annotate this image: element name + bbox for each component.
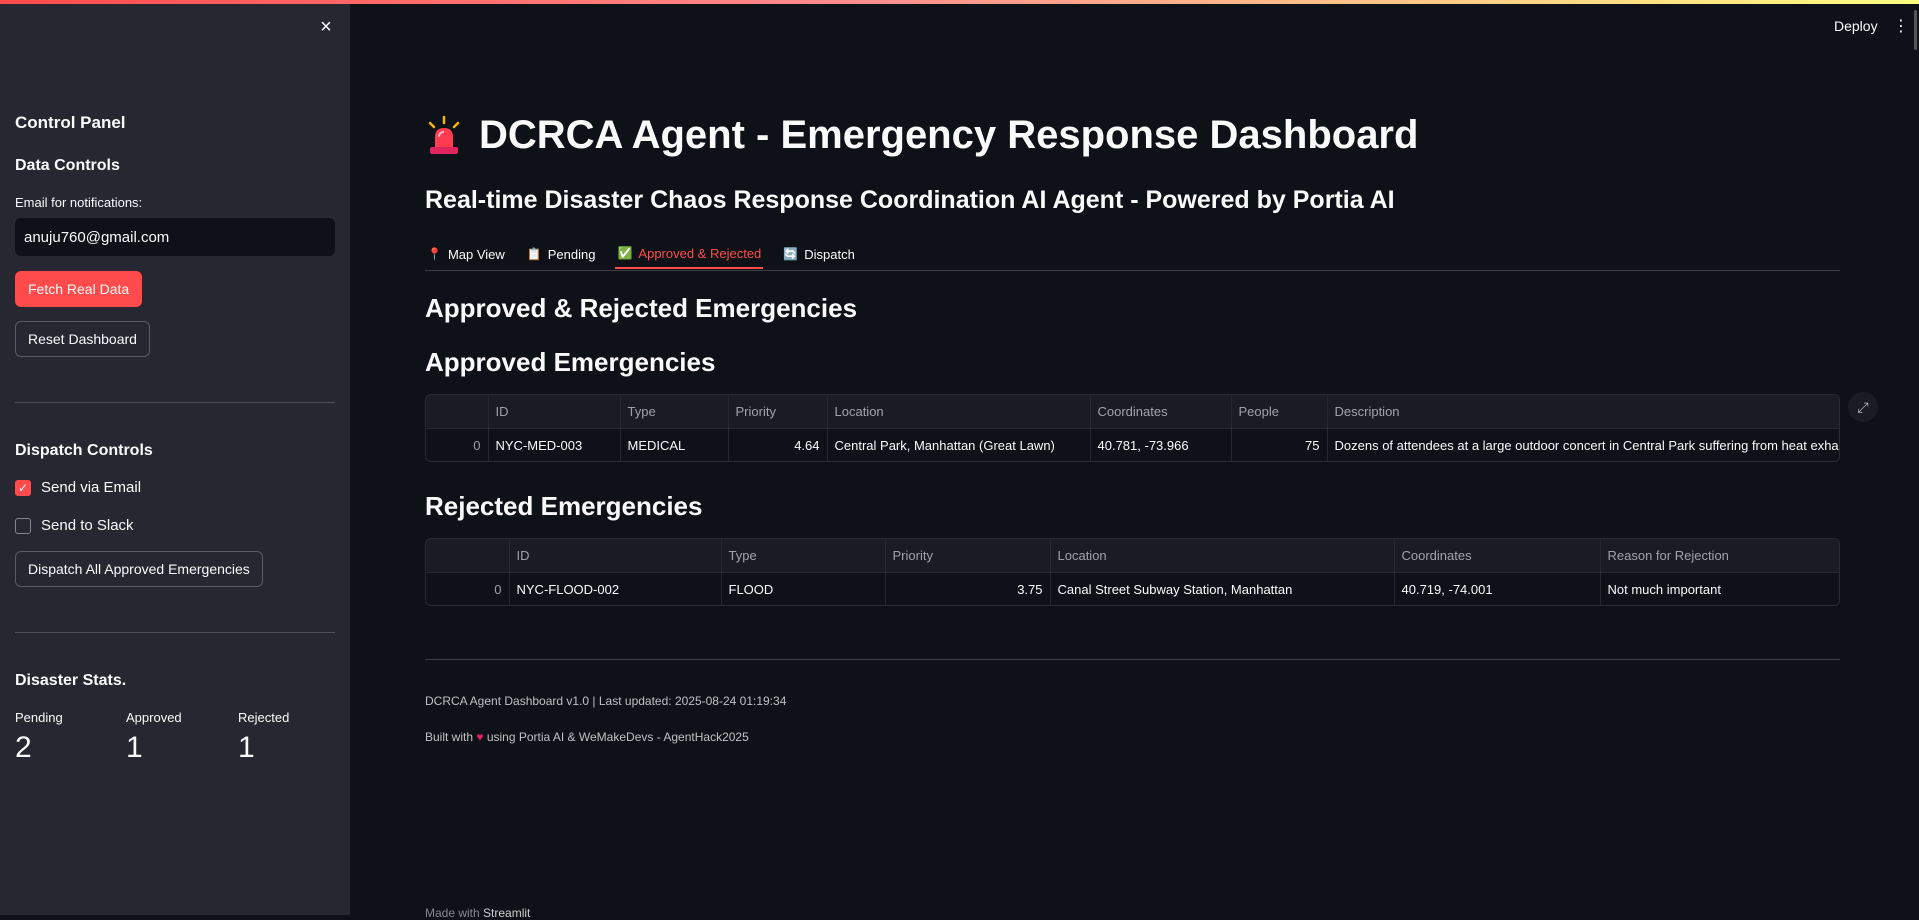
table-cell[interactable]: Dozens of attendees at a large outdoor c… [1327, 428, 1839, 461]
send-email-checkbox[interactable]: ✓ Send via Email [15, 479, 141, 496]
approved-table[interactable]: ID Type Priority Location Coordinates Pe… [425, 394, 1840, 462]
table-header-row: ID Type Priority Location Coordinates Pe… [426, 395, 1839, 429]
column-header[interactable]: Type [620, 395, 729, 429]
column-header[interactable]: Location [827, 395, 1091, 429]
stat-label: Pending [15, 710, 63, 725]
column-header[interactable]: Description [1327, 395, 1839, 429]
email-field[interactable] [15, 218, 335, 256]
footer-built-prefix: Built with [425, 730, 474, 744]
title-text: DCRCA Agent - Emergency Response Dashboa… [479, 113, 1419, 157]
dispatch-controls-heading: Dispatch Controls [15, 442, 153, 459]
sidebar-divider [15, 402, 335, 403]
checkbox-unchecked-icon[interactable] [15, 517, 31, 534]
table-cell[interactable]: 3.75 [885, 572, 1051, 605]
send-slack-label: Send to Slack [41, 517, 134, 534]
table-cell[interactable]: NYC-MED-003 [488, 428, 621, 461]
approved-heading: Approved Emergencies [425, 347, 716, 377]
table-cell[interactable]: NYC-FLOOD-002 [509, 572, 722, 605]
table-cell[interactable]: FLOOD [721, 572, 886, 605]
table-cell[interactable]: Central Park, Manhattan (Great Lawn) [827, 428, 1091, 461]
stat-pending: Pending 2 [15, 710, 63, 765]
made-with-streamlit[interactable]: Made with Streamlit [425, 906, 530, 920]
stat-rejected: Rejected 1 [238, 710, 289, 765]
table-cell[interactable]: 0 [426, 428, 489, 461]
fetch-real-data-button[interactable]: Fetch Real Data [15, 271, 143, 307]
table-cell[interactable]: MEDICAL [620, 428, 729, 461]
deploy-button[interactable]: Deploy [1834, 18, 1878, 34]
column-header[interactable]: Type [721, 539, 886, 573]
reset-dashboard-button[interactable]: Reset Dashboard [15, 321, 150, 357]
table-row[interactable]: 0 NYC-FLOOD-002 FLOOD 3.75 Canal Street … [426, 572, 1839, 605]
check-mark-icon: ✅ [617, 246, 633, 260]
page-title: DCRCA Agent - Emergency Response Dashboa… [425, 113, 1418, 158]
column-header[interactable]: Coordinates [1090, 395, 1232, 429]
siren-icon [428, 115, 460, 154]
send-email-label: Send via Email [41, 479, 142, 496]
tab-label: Approved & Rejected [638, 245, 762, 261]
table-cell[interactable]: 75 [1231, 428, 1328, 461]
stat-approved: Approved 1 [126, 710, 182, 765]
stat-value: 1 [238, 731, 255, 764]
tab-label: Map View [447, 246, 505, 262]
close-sidebar-icon[interactable]: × [317, 17, 335, 37]
column-header[interactable]: Coordinates [1394, 539, 1601, 573]
main-menu-icon[interactable]: ⋮ [1893, 16, 1909, 36]
stat-label: Rejected [238, 710, 290, 725]
heart-icon: ♥ [476, 730, 484, 744]
table-cell[interactable]: 40.719, -74.001 [1394, 572, 1601, 605]
tab-dispatch[interactable]: 🔄 Dispatch [781, 239, 857, 269]
tab-map-view[interactable]: 📍 Map View [425, 239, 507, 269]
pin-icon: 📍 [427, 247, 442, 261]
top-decoration-bar [0, 0, 1919, 4]
sidebar-divider [15, 632, 335, 633]
dispatch-all-button[interactable]: Dispatch All Approved Emergencies [15, 551, 263, 587]
table-cell[interactable]: Not much important [1600, 572, 1839, 605]
control-panel-heading: Control Panel [15, 113, 126, 132]
stat-value: 2 [15, 731, 32, 764]
table-header-row: ID Type Priority Location Coordinates Re… [426, 539, 1839, 573]
footer-divider [425, 659, 1840, 660]
streamlit-link[interactable]: Streamlit [483, 906, 530, 920]
column-header[interactable]: ID [488, 395, 621, 429]
send-slack-checkbox[interactable]: Send to Slack [15, 517, 134, 534]
refresh-icon: 🔄 [783, 247, 799, 261]
email-label: Email for notifications: [15, 195, 143, 210]
table-cell[interactable]: 0 [426, 572, 510, 605]
page-subtitle: Real-time Disaster Chaos Response Coordi… [425, 186, 1395, 214]
table-row[interactable]: 0 NYC-MED-003 MEDICAL 4.64 Central Park,… [426, 428, 1839, 461]
clipboard-icon: 📋 [526, 247, 542, 261]
data-controls-heading: Data Controls [15, 157, 120, 174]
column-header[interactable] [426, 539, 510, 573]
made-with-prefix: Made with [425, 906, 480, 920]
column-header[interactable] [426, 395, 489, 429]
column-header[interactable]: Priority [885, 539, 1051, 573]
stat-label: Approved [126, 710, 182, 725]
tab-pending[interactable]: 📋 Pending [525, 239, 598, 269]
rejected-heading: Rejected Emergencies [425, 491, 703, 521]
tab-label: Pending [547, 246, 596, 262]
tab-approved-rejected[interactable]: ✅ Approved & Rejected [615, 239, 764, 269]
section-heading: Approved & Rejected Emergencies [425, 293, 858, 323]
tab-bar: 📍 Map View 📋 Pending ✅ Approved & Reject… [425, 239, 1840, 271]
column-header[interactable]: People [1231, 395, 1328, 429]
column-header[interactable]: Priority [728, 395, 828, 429]
rejected-table[interactable]: ID Type Priority Location Coordinates Re… [425, 538, 1840, 606]
fullscreen-expand-icon[interactable]: ⤢ [1848, 392, 1878, 422]
sidebar: × Control Panel Data Controls Email for … [0, 0, 350, 915]
footer-built-with: Built with ♥ using Portia AI & WeMakeDev… [425, 730, 749, 744]
disaster-stats-heading: Disaster Stats. [15, 672, 127, 689]
checkbox-checked-icon[interactable]: ✓ [15, 479, 31, 496]
footer-built-suffix: using Portia AI & WeMakeDevs - AgentHack… [486, 730, 749, 744]
footer-version: DCRCA Agent Dashboard v1.0 | Last update… [425, 694, 787, 708]
table-cell[interactable]: Canal Street Subway Station, Manhattan [1050, 572, 1395, 605]
table-cell[interactable]: 40.781, -73.966 [1090, 428, 1232, 461]
column-header[interactable]: Location [1050, 539, 1395, 573]
table-cell[interactable]: 4.64 [728, 428, 828, 461]
tab-label: Dispatch [804, 246, 855, 262]
scrollbar[interactable] [1914, 10, 1917, 50]
column-header[interactable]: ID [509, 539, 722, 573]
column-header[interactable]: Reason for Rejection [1600, 539, 1839, 573]
stat-value: 1 [126, 731, 143, 764]
